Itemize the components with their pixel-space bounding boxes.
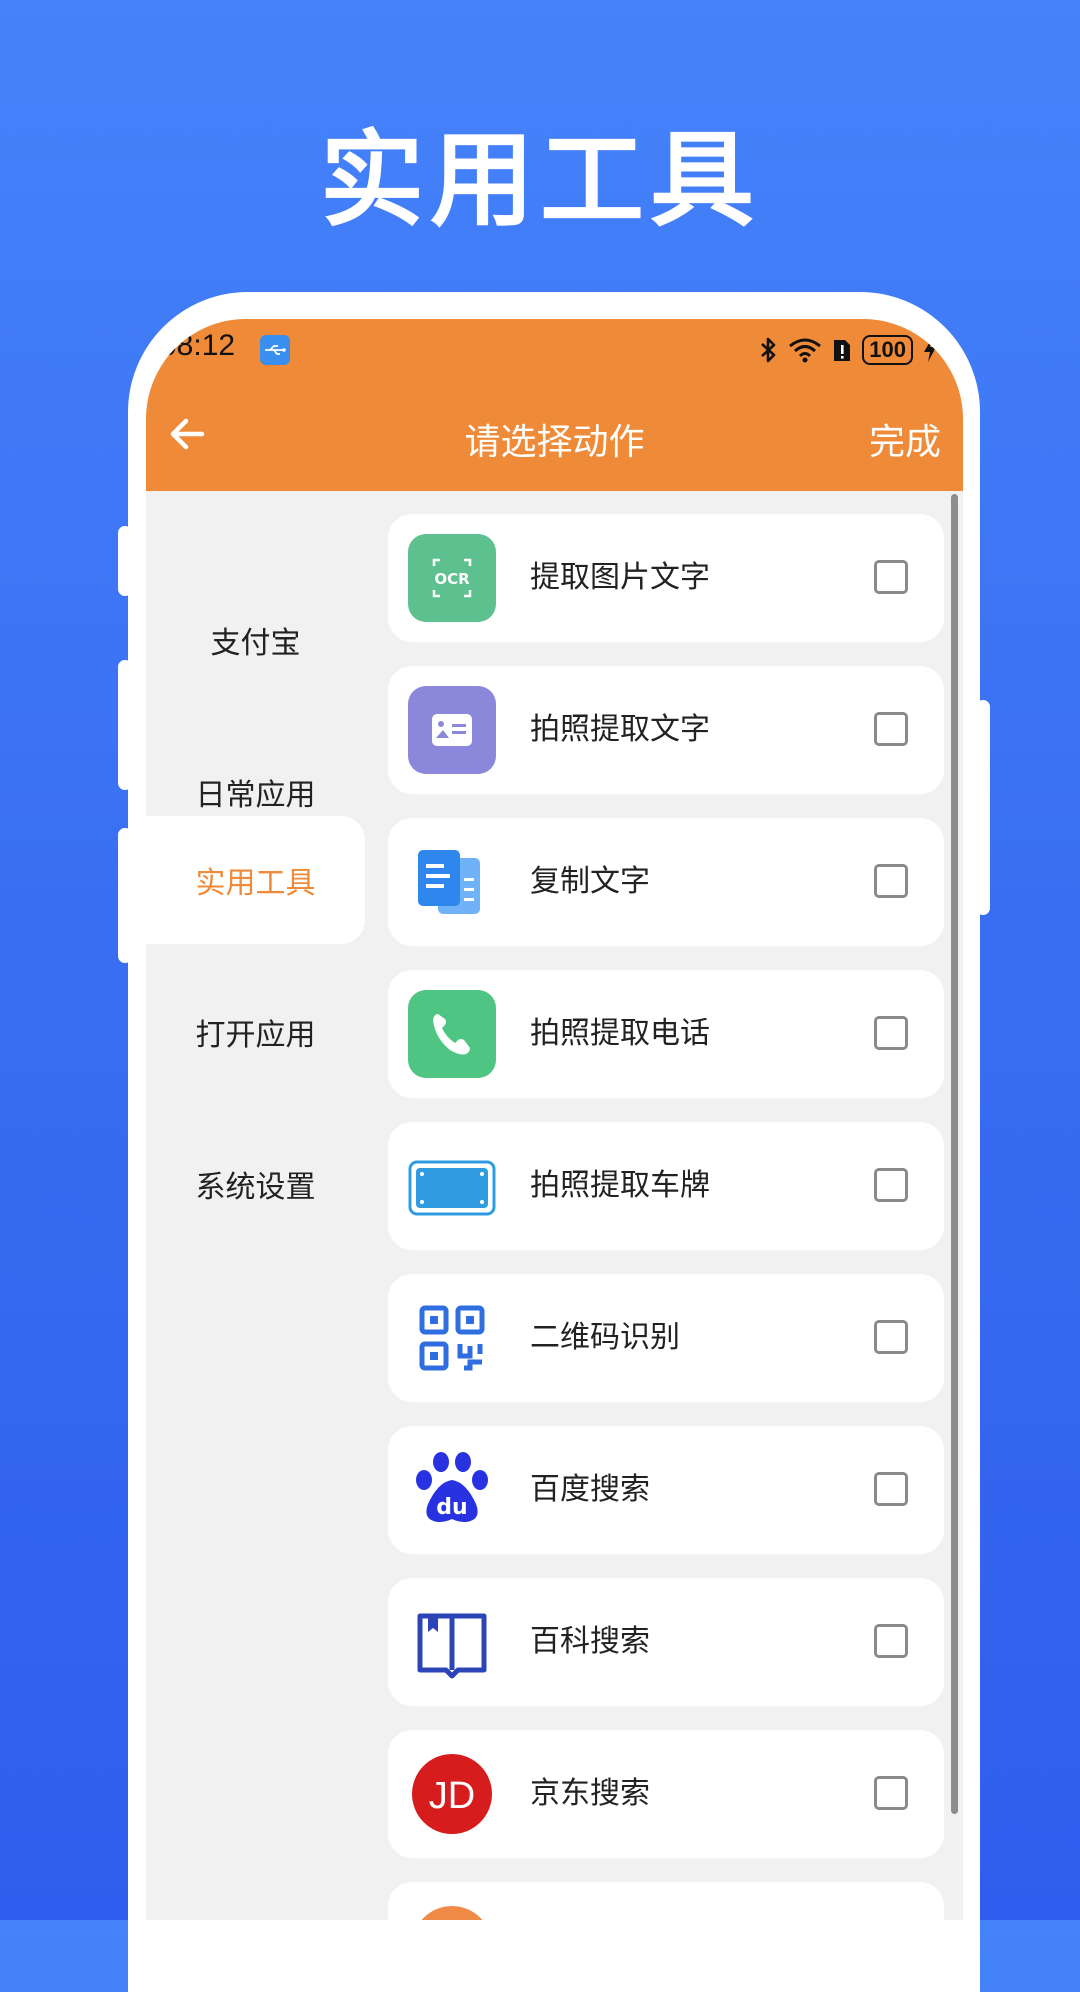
app-icon xyxy=(412,1906,492,1920)
phone-side-button xyxy=(118,660,132,790)
action-card[interactable]: 二维码识别 xyxy=(388,1274,944,1402)
action-checkbox[interactable] xyxy=(874,1776,908,1810)
jd-logo-icon: JD xyxy=(408,1750,496,1838)
copy-document-icon xyxy=(408,838,496,926)
bluetooth-icon xyxy=(761,337,776,363)
hero-title: 实用工具 xyxy=(319,119,760,241)
sidebar-item-label: 打开应用 xyxy=(195,1018,316,1053)
action-card-partial[interactable] xyxy=(388,1882,944,1920)
baidu-paw-icon: du xyxy=(408,1446,496,1534)
svg-text:OCR: OCR xyxy=(434,570,470,588)
sidebar-item-system-settings[interactable]: 系统设置 xyxy=(146,1120,365,1248)
wifi-icon xyxy=(789,338,822,363)
svg-text:JD: JD xyxy=(429,1775,475,1817)
action-checkbox[interactable] xyxy=(874,712,908,746)
action-label: 提取图片文字 xyxy=(530,560,710,595)
action-label: 拍照提取电话 xyxy=(530,1016,710,1051)
action-label: 复制文字 xyxy=(530,864,650,899)
action-checkbox[interactable] xyxy=(874,1472,908,1506)
action-label: 拍照提取车牌 xyxy=(530,1168,710,1203)
action-card[interactable]: OCR 提取图片文字 xyxy=(388,514,944,642)
sidebar-item-alipay[interactable]: 支付宝 xyxy=(146,576,365,704)
charging-bolt-icon xyxy=(924,338,936,362)
photo-card-icon xyxy=(408,686,496,774)
sidebar-item-label: 日常应用 xyxy=(195,778,316,813)
action-card[interactable]: 拍照提取电话 xyxy=(388,970,944,1098)
action-checkbox[interactable] xyxy=(874,1624,908,1658)
action-label: 百度搜索 xyxy=(530,1472,650,1507)
action-checkbox[interactable] xyxy=(874,560,908,594)
action-label: 百科搜索 xyxy=(530,1624,650,1659)
status-time: 08:12 xyxy=(160,329,236,362)
action-card[interactable]: 复制文字 xyxy=(388,818,944,946)
ocr-icon: OCR xyxy=(408,534,496,622)
license-plate-icon xyxy=(408,1142,496,1230)
action-card[interactable]: 拍照提取车牌 xyxy=(388,1122,944,1250)
action-label: 二维码识别 xyxy=(530,1320,680,1355)
svg-text:du: du xyxy=(436,1495,467,1520)
sim-alert-icon xyxy=(834,340,851,361)
status-icons: 100 xyxy=(760,333,937,367)
action-card[interactable]: 拍照提取文字 xyxy=(388,666,944,794)
phone-screen: 08:12 100 请选择动作 完成 支付宝 日常应用 实用工具 打开应用 系统… xyxy=(146,319,963,1920)
phone-side-button xyxy=(118,828,132,963)
done-button[interactable]: 完成 xyxy=(869,413,941,465)
action-checkbox[interactable] xyxy=(874,1016,908,1050)
phone-side-button xyxy=(118,526,132,596)
action-checkbox[interactable] xyxy=(874,864,908,898)
battery-indicator: 100 xyxy=(862,335,913,365)
action-card[interactable]: JD 京东搜索 xyxy=(388,1730,944,1858)
book-icon xyxy=(408,1598,496,1686)
action-label: 拍照提取文字 xyxy=(530,712,710,747)
action-checkbox[interactable] xyxy=(874,1320,908,1354)
phone-icon xyxy=(408,990,496,1078)
action-card[interactable]: 百科搜索 xyxy=(388,1578,944,1706)
sidebar-item-open-apps[interactable]: 打开应用 xyxy=(146,968,365,1096)
sidebar-item-tools[interactable]: 实用工具 xyxy=(146,816,365,944)
page-title: 请选择动作 xyxy=(464,422,645,463)
sidebar-item-label: 实用工具 xyxy=(195,866,316,901)
phone-side-button xyxy=(976,700,990,915)
sidebar-item-label: 支付宝 xyxy=(210,626,301,661)
action-label: 京东搜索 xyxy=(530,1776,650,1811)
app-bar: 08:12 100 请选择动作 完成 xyxy=(146,319,963,491)
action-card[interactable]: du 百度搜索 xyxy=(388,1426,944,1554)
sidebar-item-label: 系统设置 xyxy=(195,1170,316,1205)
usb-icon xyxy=(260,335,290,365)
qr-code-icon xyxy=(408,1294,496,1382)
action-checkbox[interactable] xyxy=(874,1168,908,1202)
scrollbar[interactable] xyxy=(951,494,958,1814)
